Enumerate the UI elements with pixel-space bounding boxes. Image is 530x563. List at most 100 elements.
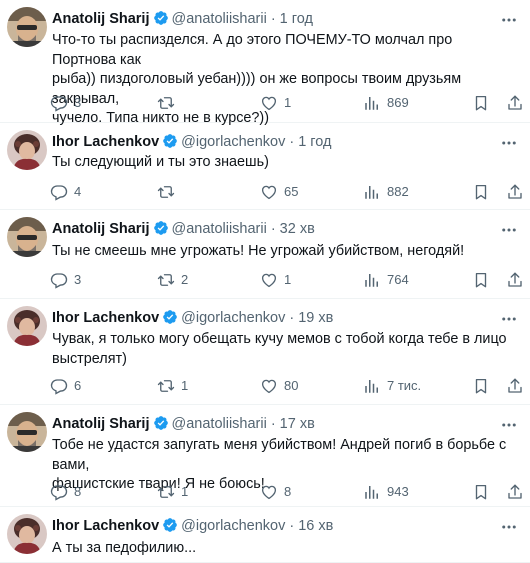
avatar[interactable] xyxy=(7,412,47,452)
views-icon xyxy=(363,183,381,201)
verified-badge-icon xyxy=(153,415,169,437)
tweet[interactable]: Anatolij Sharij @anatoliishariі · 1 год Что-… xyxy=(0,0,530,126)
more-icon xyxy=(500,221,518,239)
avatar-image xyxy=(7,130,47,170)
more-button[interactable] xyxy=(500,518,520,534)
tweet-actions: 3 1 869 xyxy=(50,93,520,113)
verified-badge-icon xyxy=(162,517,178,539)
retweet-button[interactable] xyxy=(157,182,181,202)
separator-dot: · xyxy=(270,416,276,432)
tweet[interactable]: Ihor Lachenkov @igorlachenkov · 16 хв А ты з… xyxy=(0,507,530,563)
like-count: 65 xyxy=(284,184,299,199)
retweet-button[interactable]: 1 xyxy=(157,482,188,502)
views-icon xyxy=(363,377,381,395)
timestamp[interactable]: 32 хв xyxy=(280,221,315,237)
views-button[interactable]: 882 xyxy=(363,182,409,202)
reply-count: 3 xyxy=(74,272,82,287)
views-button[interactable]: 764 xyxy=(363,270,409,290)
timestamp[interactable]: 19 хв xyxy=(298,310,333,326)
timestamp[interactable]: 1 год xyxy=(298,134,331,150)
more-button[interactable] xyxy=(500,134,520,150)
author-handle[interactable]: @igorlachenkov xyxy=(181,134,285,150)
avatar[interactable] xyxy=(7,306,47,346)
author-handle[interactable]: @anatoliishariі xyxy=(172,221,267,237)
like-button[interactable]: 8 xyxy=(260,482,291,502)
views-button[interactable]: 869 xyxy=(363,93,409,113)
bookmark-button[interactable] xyxy=(472,93,490,113)
verified-badge-icon xyxy=(162,309,178,325)
author-name[interactable]: Anatolij Sharij xyxy=(52,221,150,237)
more-button[interactable] xyxy=(500,11,520,27)
reply-button[interactable]: 3 xyxy=(50,270,81,290)
tweet-actions: 3 2 1 764 xyxy=(50,270,520,290)
like-button[interactable]: 65 xyxy=(260,182,298,202)
tweet[interactable]: Ihor Lachenkov @igorlachenkov · 19 хв Чувак,… xyxy=(0,299,530,405)
tweet-header: Anatolij Sharij @anatoliishariі · 1 год xyxy=(52,9,490,29)
views-count: 7 тис. xyxy=(387,378,422,393)
share-button[interactable] xyxy=(506,376,524,396)
verified-badge-icon xyxy=(153,10,169,26)
share-button[interactable] xyxy=(506,93,524,113)
views-button[interactable]: 943 xyxy=(363,482,409,502)
timestamp[interactable]: 1 год xyxy=(280,11,313,27)
timestamp[interactable]: 17 хв xyxy=(280,416,315,432)
avatar[interactable] xyxy=(7,7,47,47)
reply-button[interactable]: 4 xyxy=(50,182,81,202)
retweet-icon xyxy=(157,483,175,501)
author-handle[interactable]: @igorlachenkov xyxy=(181,518,285,534)
author-handle[interactable]: @anatoliishariі xyxy=(172,11,267,27)
timestamp[interactable]: 16 хв xyxy=(298,518,333,534)
tweet[interactable]: Ihor Lachenkov @igorlachenkov · 1 год Ты сле… xyxy=(0,123,530,210)
avatar[interactable] xyxy=(7,130,47,170)
author-name[interactable]: Anatolij Sharij xyxy=(52,11,150,27)
separator-dot: · xyxy=(289,310,295,326)
verified-badge-icon xyxy=(153,415,169,431)
separator-dot: · xyxy=(289,518,295,534)
reply-button[interactable]: 3 xyxy=(50,93,81,113)
more-button[interactable] xyxy=(500,221,520,237)
share-button[interactable] xyxy=(506,182,524,202)
more-button[interactable] xyxy=(500,310,520,326)
share-button[interactable] xyxy=(506,270,524,290)
views-icon xyxy=(363,483,381,501)
verified-badge-icon xyxy=(153,10,169,32)
retweet-icon xyxy=(157,271,175,289)
tweet-text-line: Тобе не удастся запугать меня убийством!… xyxy=(52,437,507,473)
reply-button[interactable]: 6 xyxy=(50,376,81,396)
views-button[interactable]: 7 тис. xyxy=(363,376,421,396)
author-handle[interactable]: @igorlachenkov xyxy=(181,310,285,326)
reply-icon xyxy=(50,483,68,501)
bookmark-button[interactable] xyxy=(472,376,490,396)
retweet-icon xyxy=(157,183,175,201)
tweet[interactable]: Anatolij Sharij @anatoliishariі · 32 хв Ты н… xyxy=(0,210,530,299)
share-icon xyxy=(506,377,524,395)
bookmark-button[interactable] xyxy=(472,270,490,290)
author-handle[interactable]: @anatoliishariі xyxy=(172,416,267,432)
reply-icon xyxy=(50,271,68,289)
tweet[interactable]: Anatolij Sharij @anatoliishariі · 17 хв Тобе… xyxy=(0,405,530,507)
bookmark-icon xyxy=(472,483,490,501)
reply-icon xyxy=(50,94,68,112)
bookmark-button[interactable] xyxy=(472,182,490,202)
author-name[interactable]: Anatolij Sharij xyxy=(52,416,150,432)
author-name[interactable]: Ihor Lachenkov xyxy=(52,134,159,150)
reply-count: 6 xyxy=(74,378,82,393)
like-button[interactable]: 80 xyxy=(260,376,298,396)
tweet-text: Ты следующий и ты это знаешь) xyxy=(52,153,520,173)
tweet-text: Что-то ты распизделся. А до этого ПОЧЕМУ… xyxy=(52,31,520,129)
more-icon xyxy=(500,310,518,328)
author-name[interactable]: Ihor Lachenkov xyxy=(52,310,159,326)
retweet-button[interactable] xyxy=(157,93,181,113)
avatar[interactable] xyxy=(7,514,47,554)
reply-button[interactable]: 8 xyxy=(50,482,81,502)
more-button[interactable] xyxy=(500,416,520,432)
author-name[interactable]: Ihor Lachenkov xyxy=(52,518,159,534)
verified-badge-icon xyxy=(162,517,178,533)
share-button[interactable] xyxy=(506,482,524,502)
bookmark-button[interactable] xyxy=(472,482,490,502)
like-button[interactable]: 1 xyxy=(260,93,291,113)
retweet-button[interactable]: 2 xyxy=(157,270,188,290)
retweet-button[interactable]: 1 xyxy=(157,376,188,396)
avatar[interactable] xyxy=(7,217,47,257)
like-button[interactable]: 1 xyxy=(260,270,291,290)
